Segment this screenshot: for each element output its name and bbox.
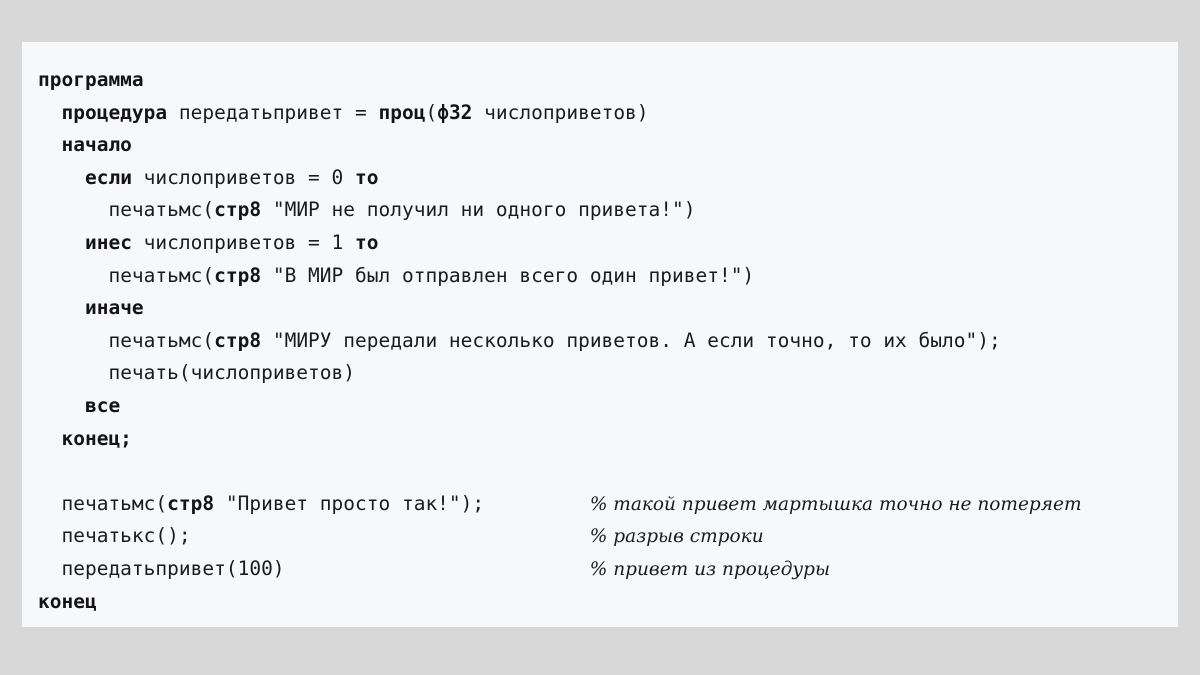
code-gap: [285, 557, 590, 580]
code-string: "В МИР был отправлен всего один привет!"…: [261, 263, 755, 287]
code-line: начало: [38, 129, 1178, 162]
code-keyword: то: [355, 165, 379, 189]
code-text: печатькс();: [61, 524, 191, 548]
code-text: печатьмс(: [108, 198, 215, 222]
code-line: программа: [38, 64, 1178, 97]
code-text: передатьпривет =: [167, 100, 379, 124]
code-line: печатьмс(стр8 "В МИР был отправлен всего…: [38, 260, 1178, 293]
code-string: "МИР не получил ни одного привета!"): [261, 198, 696, 222]
code-line: иначе: [38, 292, 1178, 325]
code-line: если числоприветов = 0 то: [38, 162, 1178, 195]
code-comment: % такой привет мартышка точно не потеряе…: [589, 493, 1082, 515]
code-keyword: конец: [38, 589, 97, 613]
code-panel: программа процедура передатьпривет = про…: [22, 42, 1178, 627]
code-text: печатьмс(: [108, 328, 215, 352]
code-keyword: программа: [38, 68, 144, 91]
code-string: "Привет просто так!");: [214, 491, 485, 515]
code-line: конец: [38, 586, 1178, 619]
code-keyword: стр8: [214, 263, 262, 287]
code-text: числоприветов): [472, 100, 649, 124]
code-string: "МИРУ передали несколько приветов. А есл…: [261, 328, 1001, 352]
code-text: печатьмс(: [61, 491, 168, 515]
screenshot-root: программа процедура передатьпривет = про…: [0, 0, 1200, 675]
code-keyword: если: [84, 165, 132, 189]
code-comment: % привет из процедуры: [589, 558, 831, 580]
code-line: инес числоприветов = 1 то: [38, 227, 1178, 260]
code-line: конец;: [38, 423, 1178, 456]
code-line: передатьпривет(100) % привет из процедур…: [38, 553, 1178, 586]
code-keyword: стр8: [214, 328, 262, 352]
code-keyword: инес: [84, 230, 132, 254]
code-keyword: начало: [61, 133, 132, 157]
code-keyword: ф32: [437, 100, 473, 124]
code-keyword: конец;: [61, 426, 132, 450]
code-text: числоприветов = 1: [131, 230, 355, 254]
code-line: все: [38, 390, 1178, 423]
code-line: печатьмс(стр8 "МИРУ передали несколько п…: [38, 325, 1178, 358]
code-text: печать(числоприветов): [108, 361, 355, 385]
code-gap: [484, 492, 590, 515]
code-keyword: стр8: [214, 198, 262, 222]
code-keyword: то: [355, 230, 379, 254]
code-keyword: стр8: [167, 491, 215, 515]
code-line: печать(числоприветов): [38, 357, 1178, 390]
code-listing[interactable]: программа процедура передатьпривет = про…: [22, 64, 1178, 618]
code-gap: [191, 524, 590, 547]
code-text: (: [425, 100, 438, 124]
code-line: печатьмс(стр8 "МИР не получил ни одного …: [38, 194, 1178, 227]
code-keyword: проц: [378, 100, 426, 124]
code-keyword: процедура: [61, 100, 168, 124]
code-text: передатьпривет(100): [61, 556, 285, 580]
code-line: процедура передатьпривет = проц(ф32 числ…: [38, 97, 1178, 130]
code-line: печатьмс(стр8 "Привет просто так!"); % т…: [38, 488, 1178, 521]
code-line: печатькс(); % разрыв строки: [38, 520, 1178, 553]
code-keyword: иначе: [84, 296, 144, 320]
code-text: числоприветов = 0: [131, 165, 355, 189]
code-comment: % разрыв строки: [589, 526, 764, 548]
code-keyword: все: [84, 393, 121, 417]
code-text: печатьмс(: [108, 263, 215, 287]
